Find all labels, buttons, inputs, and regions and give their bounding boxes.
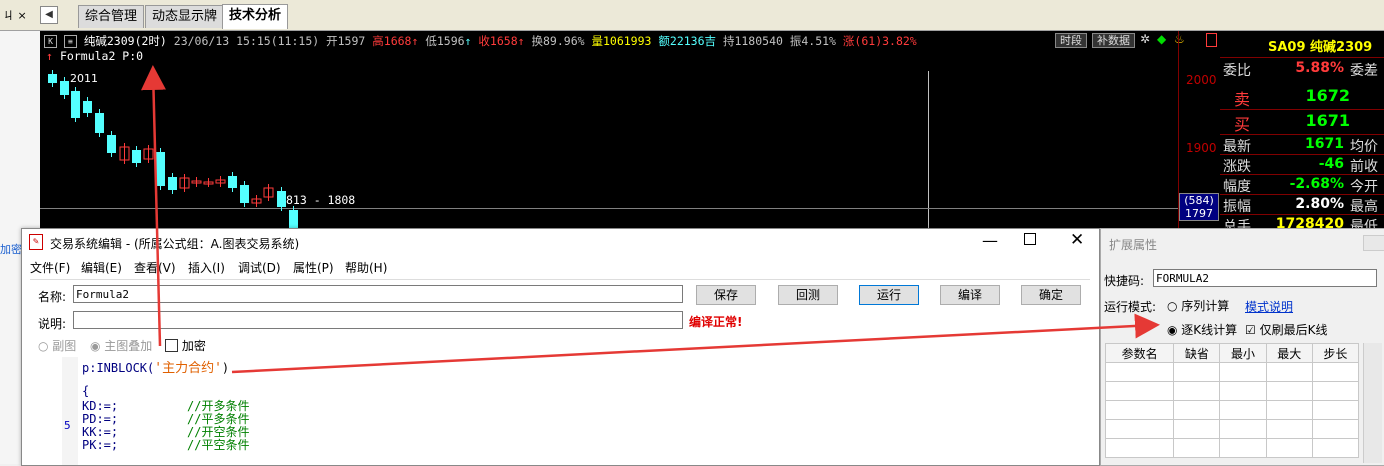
arrow-to-formula [141,65,167,347]
arrow-to-mode [231,313,1160,374]
annotation-arrows [141,65,1160,374]
